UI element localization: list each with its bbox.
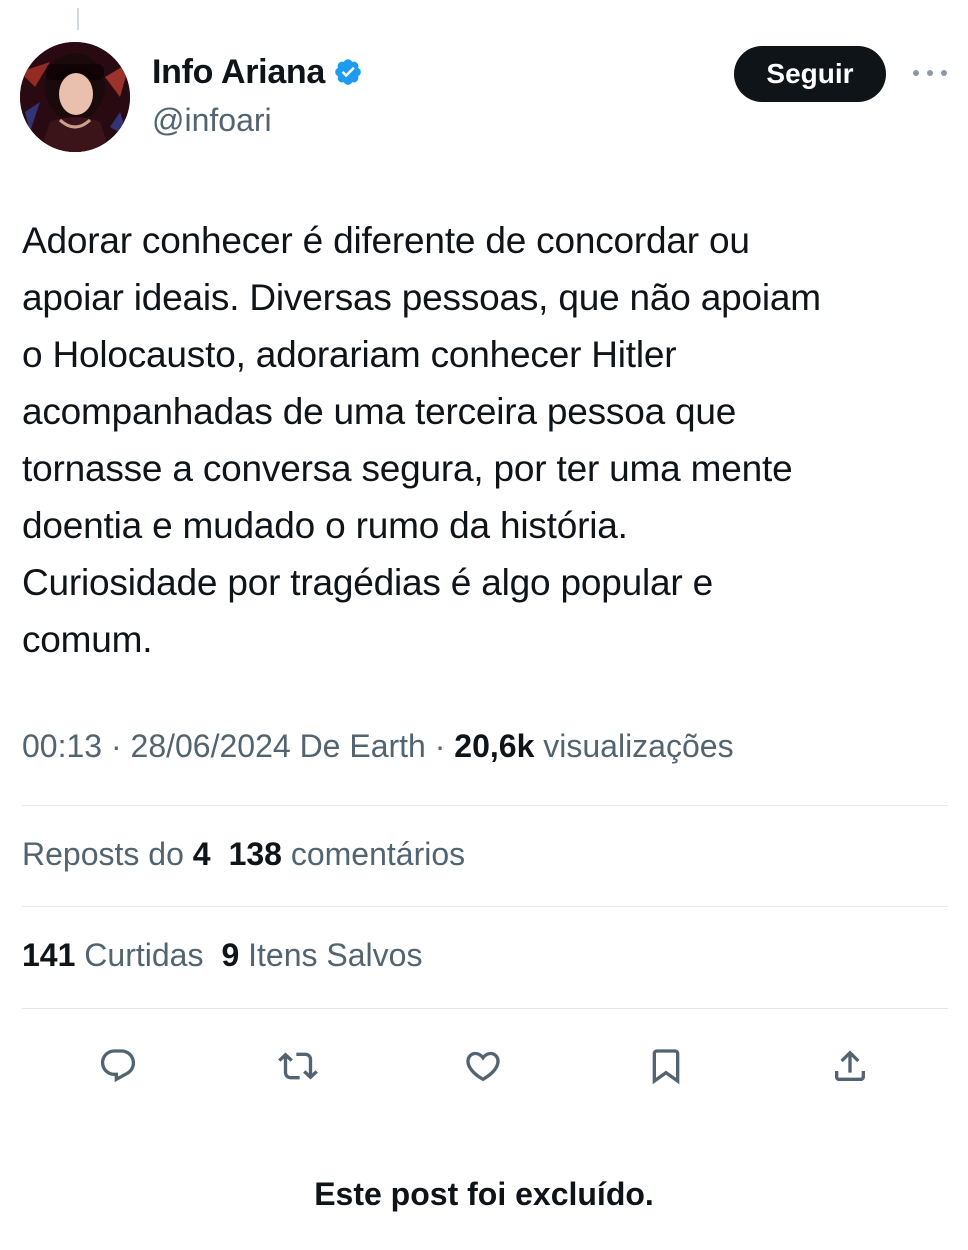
engagement-row-likes-saves: 141 Curtidas 9 Itens Salvos xyxy=(22,937,422,974)
likes-label: Curtidas xyxy=(75,937,204,973)
reposts-label: Reposts do xyxy=(22,836,193,872)
more-horizontal-icon xyxy=(913,70,947,76)
tweet-metadata: 00:13 · 28/06/2024 De Earth · 20,6k visu… xyxy=(22,728,734,765)
saves-stat[interactable]: 9 Itens Salvos xyxy=(221,937,422,973)
tweet-action-bar xyxy=(72,1038,892,1094)
reposts-stat[interactable]: Reposts do 4 xyxy=(22,836,211,872)
tweet-source: De Earth xyxy=(290,728,426,764)
follow-button[interactable]: Seguir xyxy=(734,46,886,102)
bookmark-button[interactable] xyxy=(638,1038,694,1094)
repost-button[interactable] xyxy=(270,1038,326,1094)
meta-separator: · xyxy=(102,728,131,764)
bookmark-icon xyxy=(652,1049,680,1085)
avatar[interactable] xyxy=(20,42,130,152)
author-display-name[interactable]: Info Ariana xyxy=(152,53,325,92)
divider xyxy=(22,1008,948,1009)
verified-badge-icon xyxy=(333,57,363,87)
share-icon xyxy=(835,1050,865,1081)
author-block: Info Ariana @infoari xyxy=(152,48,363,139)
like-button[interactable] xyxy=(455,1038,511,1094)
views-label: visualizações xyxy=(534,728,734,764)
reply-icon xyxy=(100,1049,136,1083)
likes-count: 141 xyxy=(22,937,76,973)
likes-stat[interactable]: 141 Curtidas xyxy=(22,937,203,973)
tweet-header: Info Ariana @infoari Seguir xyxy=(20,42,950,152)
meta-separator: · xyxy=(425,728,455,764)
views-count: 20,6k xyxy=(454,728,535,764)
comments-count: 138 xyxy=(228,836,282,872)
tweet-body-text: Adorar conhecer é diferente de concordar… xyxy=(22,220,821,660)
author-handle[interactable]: @infoari xyxy=(152,102,363,139)
share-button[interactable] xyxy=(822,1038,878,1094)
saves-label: Itens Salvos xyxy=(239,937,423,973)
thread-connector-line xyxy=(77,8,79,30)
tweet-time[interactable]: 00:13 xyxy=(22,728,102,764)
divider xyxy=(22,805,948,806)
more-options-button[interactable] xyxy=(908,58,952,88)
engagement-row-reposts-comments: Reposts do 4 138 comentários xyxy=(22,836,465,873)
comments-label: comentários xyxy=(281,836,466,872)
avatar-image xyxy=(20,42,130,152)
saves-count: 9 xyxy=(221,937,240,973)
tweet-date[interactable]: 28/06/2024 xyxy=(131,728,291,764)
reposts-count: 4 xyxy=(192,836,211,872)
like-heart-icon xyxy=(466,1051,500,1082)
divider xyxy=(22,906,948,907)
comments-stat[interactable]: 138 comentários xyxy=(229,836,466,872)
retweet-icon xyxy=(278,1052,318,1080)
reply-button[interactable] xyxy=(90,1038,146,1094)
deleted-post-notice: Este post foi excluído. xyxy=(314,1176,654,1212)
